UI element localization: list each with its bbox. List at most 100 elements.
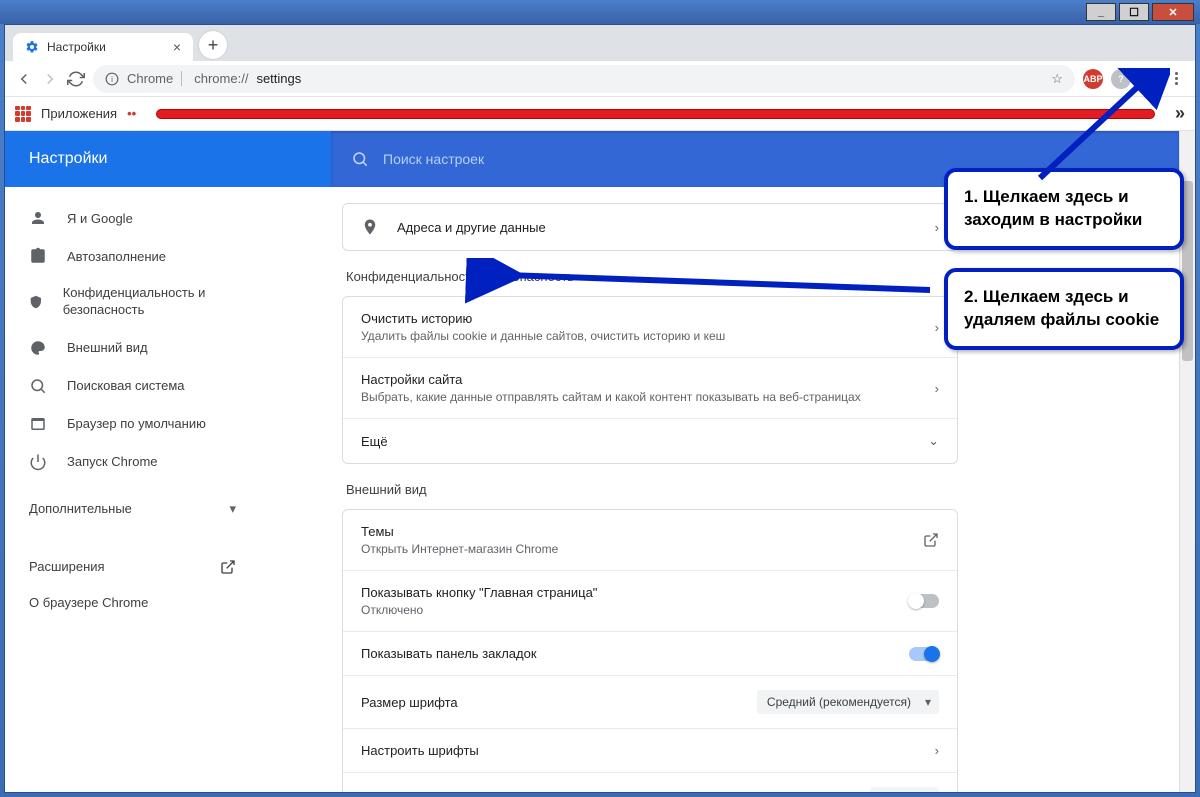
power-icon [29, 453, 47, 471]
browser-menu-button[interactable] [1167, 72, 1185, 85]
sidebar-item-privacy[interactable]: Конфиденциальность и безопасность [5, 275, 260, 329]
row-label: Очистить историю [361, 311, 935, 326]
row-label: Показывать кнопку "Главная страница" [361, 585, 909, 600]
window-titlebar: _ ☐ ✕ [0, 0, 1200, 24]
row-sublabel: Открыть Интернет-магазин Chrome [361, 542, 923, 556]
row-sublabel: Отключено [361, 603, 909, 617]
row-site-settings[interactable]: Настройки сайта Выбрать, какие данные от… [343, 358, 957, 419]
sidebar-item-label: Поисковая система [67, 378, 185, 393]
font-size-dropdown[interactable]: Средний (рекомендуется) [757, 690, 939, 714]
row-page-zoom[interactable]: Масштабирование страницы 100% [343, 773, 957, 792]
sidebar-extensions-link[interactable]: Расширения [5, 549, 260, 585]
sidebar-item-label: Дополнительные [29, 501, 132, 516]
home-button-toggle[interactable] [909, 594, 939, 608]
window-minimize-button[interactable]: _ [1086, 3, 1116, 21]
bookmarks-bar: Приложения •• » [5, 97, 1195, 131]
window-close-button[interactable]: ✕ [1152, 3, 1194, 21]
card-privacy: Очистить историю Удалить файлы cookie и … [342, 296, 958, 464]
chevron-right-icon: › [935, 320, 939, 335]
sidebar-item-label: Автозаполнение [67, 249, 166, 264]
row-customize-fonts[interactable]: Настроить шрифты › [343, 729, 957, 773]
shield-icon [29, 293, 43, 311]
location-pin-icon [361, 218, 379, 236]
chevron-down-icon: ⌄ [928, 433, 939, 449]
row-label: Настроить шрифты [361, 743, 935, 758]
sidebar-item-startup[interactable]: Запуск Chrome [5, 443, 260, 481]
settings-title: Настройки [5, 131, 331, 187]
page-zoom-dropdown[interactable]: 100% [870, 787, 939, 792]
reload-button[interactable] [67, 70, 85, 88]
section-appearance-title: Внешний вид [346, 482, 958, 497]
row-sublabel: Удалить файлы cookie и данные сайтов, оч… [361, 329, 935, 343]
sidebar-item-search[interactable]: Поисковая система [5, 367, 260, 405]
tab-settings[interactable]: Настройки × [13, 33, 193, 61]
row-clear-history[interactable]: Очистить историю Удалить файлы cookie и … [343, 297, 957, 358]
info-icon: i [105, 72, 119, 86]
tab-strip: Настройки × + [5, 25, 1195, 61]
new-tab-button[interactable]: + [199, 31, 227, 59]
bookmarks-bar-toggle[interactable] [909, 647, 939, 661]
row-label: Масштабирование страницы [361, 792, 870, 793]
sidebar-item-label: Запуск Chrome [67, 454, 158, 469]
row-label: Размер шрифта [361, 695, 757, 710]
sidebar-item-appearance[interactable]: Внешний вид [5, 329, 260, 367]
row-label: Настройки сайта [361, 372, 935, 387]
settings-main: Адреса и другие данные › Конфиденциально… [330, 131, 970, 792]
settings-sidebar: Я и Google Автозаполнение Конфиденциальн… [5, 131, 260, 792]
sidebar-about-link[interactable]: О браузере Chrome [5, 585, 260, 620]
sidebar-item-default-browser[interactable]: Браузер по умолчанию [5, 405, 260, 443]
row-label: Ещё [361, 434, 928, 449]
search-icon [29, 377, 47, 395]
browser-toolbar: i Chrome chrome:// settings ☆ ABP ? [5, 61, 1195, 97]
open-external-icon [923, 532, 939, 548]
annotation-callout-2: 2. Щелкаем здесь и удаляем файлы cookie [944, 268, 1184, 350]
gear-icon [25, 40, 39, 54]
apps-grid-icon[interactable] [15, 106, 31, 122]
bookmark-overflow-button[interactable]: » [1175, 103, 1185, 124]
sidebar-item-you-google[interactable]: Я и Google [5, 199, 260, 237]
abp-extension-icon[interactable]: ABP [1083, 69, 1103, 89]
card-appearance: Темы Открыть Интернет-магазин Chrome Пок… [342, 509, 958, 792]
palette-icon [29, 339, 47, 357]
section-privacy-title: Конфиденциальность и безопасность [346, 269, 958, 284]
chevron-right-icon: › [935, 220, 939, 235]
sidebar-item-label: О браузере Chrome [29, 595, 148, 610]
window-maximize-button[interactable]: ☐ [1119, 3, 1149, 21]
url-prefix: chrome:// [194, 71, 248, 86]
row-label: Показывать панель закладок [361, 646, 909, 661]
url-page: settings [256, 71, 301, 86]
bookmark-star-icon[interactable]: ☆ [1051, 71, 1063, 87]
window-icon [29, 415, 47, 433]
search-icon [351, 150, 369, 168]
row-addresses[interactable]: Адреса и другие данные › [343, 204, 957, 250]
tab-close-icon[interactable]: × [173, 39, 181, 55]
help-extension-icon[interactable]: ? [1111, 69, 1131, 89]
sidebar-item-label: Я и Google [67, 211, 133, 226]
row-label: Адреса и другие данные [397, 220, 935, 235]
browser-window: Настройки × + i Chrome chrome:// settings… [4, 24, 1196, 793]
bookmark-redacted [156, 109, 1155, 119]
row-home-button[interactable]: Показывать кнопку "Главная страница" Отк… [343, 571, 957, 632]
back-button[interactable] [15, 70, 33, 88]
profile-icon[interactable] [1139, 69, 1159, 89]
sidebar-item-label: Расширения [29, 559, 105, 574]
row-bookmarks-bar[interactable]: Показывать панель закладок [343, 632, 957, 676]
url-origin-label: Chrome [127, 71, 182, 86]
settings-search-input[interactable] [383, 151, 1159, 167]
clipboard-icon [29, 247, 47, 265]
tab-title: Настройки [47, 40, 106, 54]
apps-label[interactable]: Приложения [41, 106, 117, 121]
sidebar-advanced-toggle[interactable]: Дополнительные ▾ [5, 489, 260, 529]
chevron-down-icon: ▾ [229, 501, 236, 517]
bookmark-dots: •• [127, 106, 136, 121]
forward-button[interactable] [41, 70, 59, 88]
sidebar-item-label: Браузер по умолчанию [67, 416, 206, 431]
row-font-size[interactable]: Размер шрифта Средний (рекомендуется) [343, 676, 957, 729]
sidebar-item-autofill[interactable]: Автозаполнение [5, 237, 260, 275]
chevron-right-icon: › [935, 381, 939, 396]
row-themes[interactable]: Темы Открыть Интернет-магазин Chrome [343, 510, 957, 571]
row-privacy-more[interactable]: Ещё ⌄ [343, 419, 957, 463]
address-bar[interactable]: i Chrome chrome:// settings ☆ [93, 65, 1075, 93]
annotation-callout-1: 1. Щелкаем здесь и заходим в настройки [944, 168, 1184, 250]
row-label: Темы [361, 524, 923, 539]
